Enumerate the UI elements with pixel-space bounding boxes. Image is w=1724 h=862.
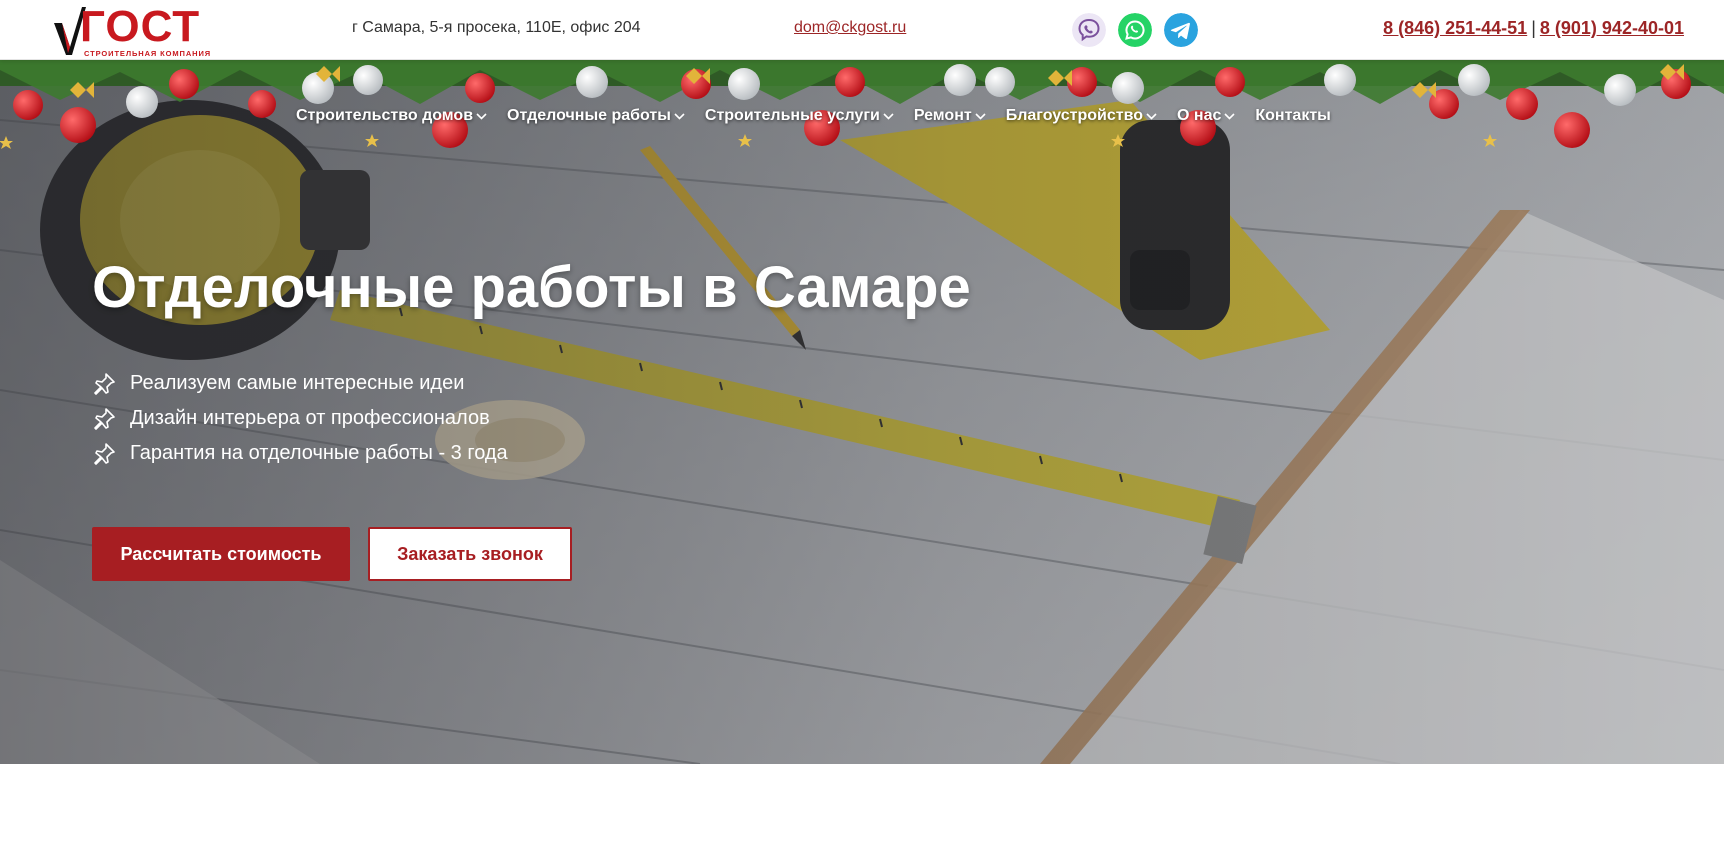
page-title: Отделочные работы в Самаре [92, 255, 971, 320]
whatsapp-icon[interactable] [1118, 13, 1152, 47]
logo-link[interactable]: ГОСТ СТРОИТЕЛЬНАЯ КОМПАНИЯ [54, 2, 210, 58]
telegram-icon[interactable] [1164, 13, 1198, 47]
nav-item-about[interactable]: О нас [1177, 107, 1235, 125]
hero-banner: Строительство домов Отделочные работы Ст… [0, 60, 1724, 764]
nav-item-landscaping[interactable]: Благоустройство [1006, 107, 1157, 125]
nav-item-house-construction[interactable]: Строительство домов [296, 107, 487, 125]
chevron-down-icon [975, 112, 986, 120]
phone-link-2[interactable]: 8 (901) 942-40-01 [1540, 18, 1684, 38]
main-navigation: Строительство домов Отделочные работы Ст… [296, 104, 1331, 128]
email-link[interactable]: dom@ckgost.ru [794, 19, 906, 37]
chevron-down-icon [883, 112, 894, 120]
top-bar: ГОСТ СТРОИТЕЛЬНАЯ КОМПАНИЯ г Самара, 5-я… [0, 0, 1724, 60]
nav-item-construction-services[interactable]: Строительные услуги [705, 107, 894, 125]
nav-item-label: Отделочные работы [507, 107, 671, 124]
phone-separator: | [1531, 18, 1536, 38]
chevron-down-icon [476, 112, 487, 120]
request-call-button[interactable]: Заказать звонок [368, 527, 572, 581]
pushpin-icon [94, 442, 115, 465]
feature-text: Дизайн интерьера от профессионалов [130, 407, 490, 429]
nav-item-repair[interactable]: Ремонт [914, 107, 986, 125]
chevron-down-icon [1224, 112, 1235, 120]
nav-item-contacts[interactable]: Контакты [1255, 107, 1330, 125]
feature-list: Реализуем самые интересные идеи Дизайн и… [92, 366, 508, 471]
pushpin-icon [94, 407, 115, 430]
list-item: Дизайн интерьера от профессионалов [92, 401, 508, 436]
viber-icon[interactable] [1072, 13, 1106, 47]
office-address: г Самара, 5-я просека, 110Е, офис 204 [352, 19, 641, 36]
messenger-links [1072, 13, 1198, 47]
feature-text: Реализуем самые интересные идеи [130, 372, 465, 394]
nav-item-label: О нас [1177, 107, 1222, 124]
list-item: Гарантия на отделочные работы - 3 года [92, 436, 508, 471]
nav-item-label: Благоустройство [1005, 107, 1144, 124]
nav-item-label: Ремонт [913, 107, 972, 124]
nav-item-finishing-works[interactable]: Отделочные работы [507, 107, 685, 125]
list-item: Реализуем самые интересные идеи [92, 366, 508, 401]
nav-item-label: Контакты [1255, 107, 1331, 124]
phone-link-1[interactable]: 8 (846) 251-44-51 [1383, 18, 1527, 38]
chevron-down-icon [1146, 112, 1157, 120]
chevron-down-icon [674, 112, 685, 120]
calculate-cost-button[interactable]: Рассчитать стоимость [92, 527, 350, 581]
logo-name: ГОСТ [80, 2, 201, 51]
pushpin-icon [94, 372, 115, 395]
nav-item-label: Строительство домов [296, 107, 474, 124]
logo-subtitle: СТРОИТЕЛЬНАЯ КОМПАНИЯ [84, 49, 212, 58]
feature-text: Гарантия на отделочные работы - 3 года [130, 442, 508, 464]
nav-item-label: Строительные услуги [704, 107, 880, 124]
phone-numbers: 8 (846) 251-44-51 | 8 (901) 942-40-01 [1383, 18, 1684, 39]
